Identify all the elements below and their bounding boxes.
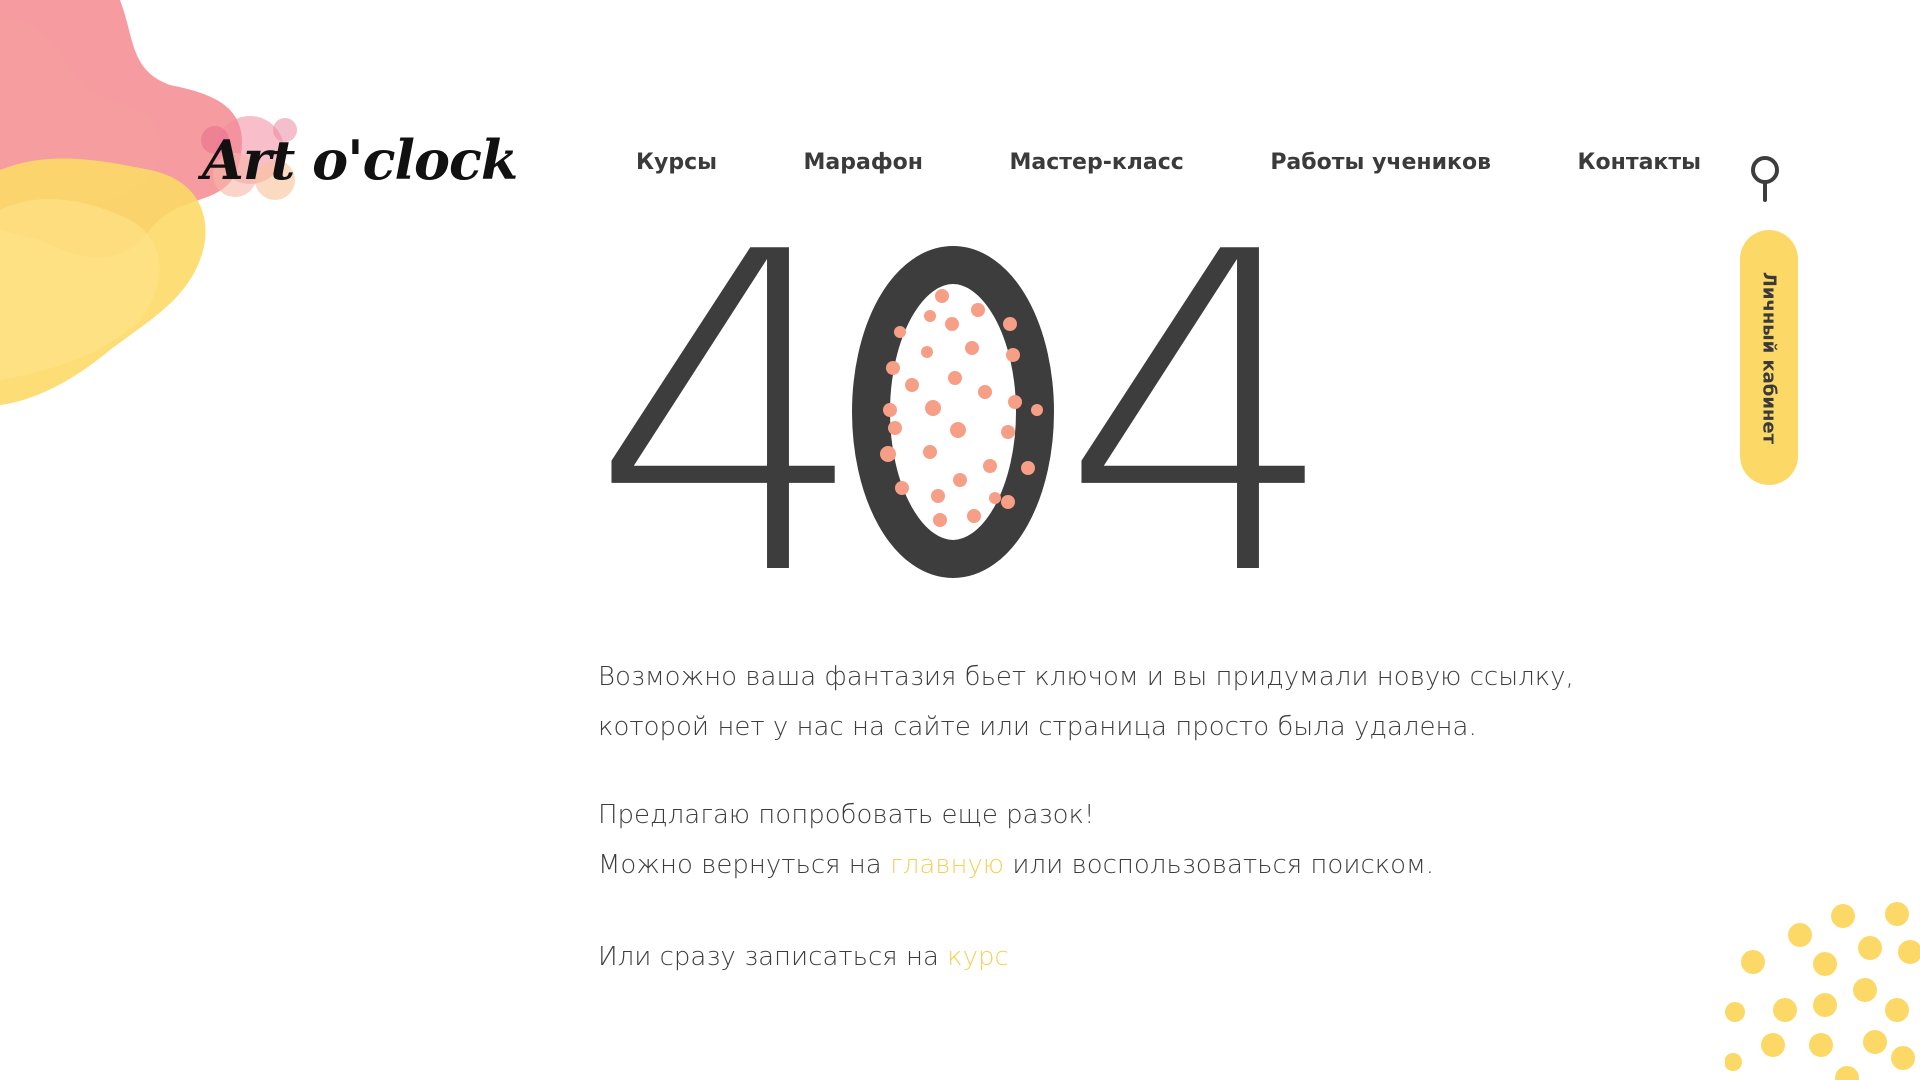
message-line-1: Возможно ваша фантазия бьет ключом и вы …: [598, 662, 1574, 692]
home-link[interactable]: главную: [890, 850, 1004, 880]
message-line-5: Или сразу записаться на курс: [598, 932, 1598, 982]
personal-cabinet-label: Личный кабинет: [1758, 271, 1780, 444]
dots-decoration: [1725, 902, 1920, 1080]
message-line-4: Можно вернуться на главную или воспользо…: [598, 840, 1598, 890]
search-icon[interactable]: [1748, 156, 1782, 202]
nav-item-contacts[interactable]: Контакты: [1578, 150, 1701, 175]
error-digit-4-left: 4: [590, 240, 870, 590]
message-line-2: которой нет у нас на сайте или страница …: [598, 712, 1477, 742]
course-link[interactable]: курс: [947, 942, 1009, 972]
message-line-4-after: или воспользоваться поиском.: [1004, 850, 1434, 880]
error-digit-4-right: 4: [1060, 240, 1310, 590]
nav-item-student-works[interactable]: Работы учеников: [1270, 150, 1491, 175]
logo[interactable]: Art o'clock: [180, 100, 518, 220]
error-message: Возможно ваша фантазия бьет ключом и вы …: [598, 652, 1598, 982]
message-line-4-before: Можно вернуться на: [598, 850, 890, 880]
personal-cabinet-button[interactable]: Личный кабинет: [1740, 230, 1798, 485]
error-code-404: 4 4: [590, 240, 1310, 590]
message-line-5-before: Или сразу записаться на: [598, 942, 948, 972]
message-line-3: Предлагаю попробовать еще разок!: [598, 800, 1095, 830]
logo-text: Art o'clock: [202, 128, 518, 192]
nav-item-courses[interactable]: Курсы: [636, 150, 717, 175]
nav-item-marathon[interactable]: Марафон: [804, 150, 923, 175]
error-page: Art o'clock Курсы Марафон Мастер-класс Р…: [0, 0, 1920, 1080]
nav-item-masterclass[interactable]: Мастер-класс: [1010, 150, 1184, 175]
main-nav: Курсы Марафон Мастер-класс Работы ученик…: [636, 150, 1701, 175]
